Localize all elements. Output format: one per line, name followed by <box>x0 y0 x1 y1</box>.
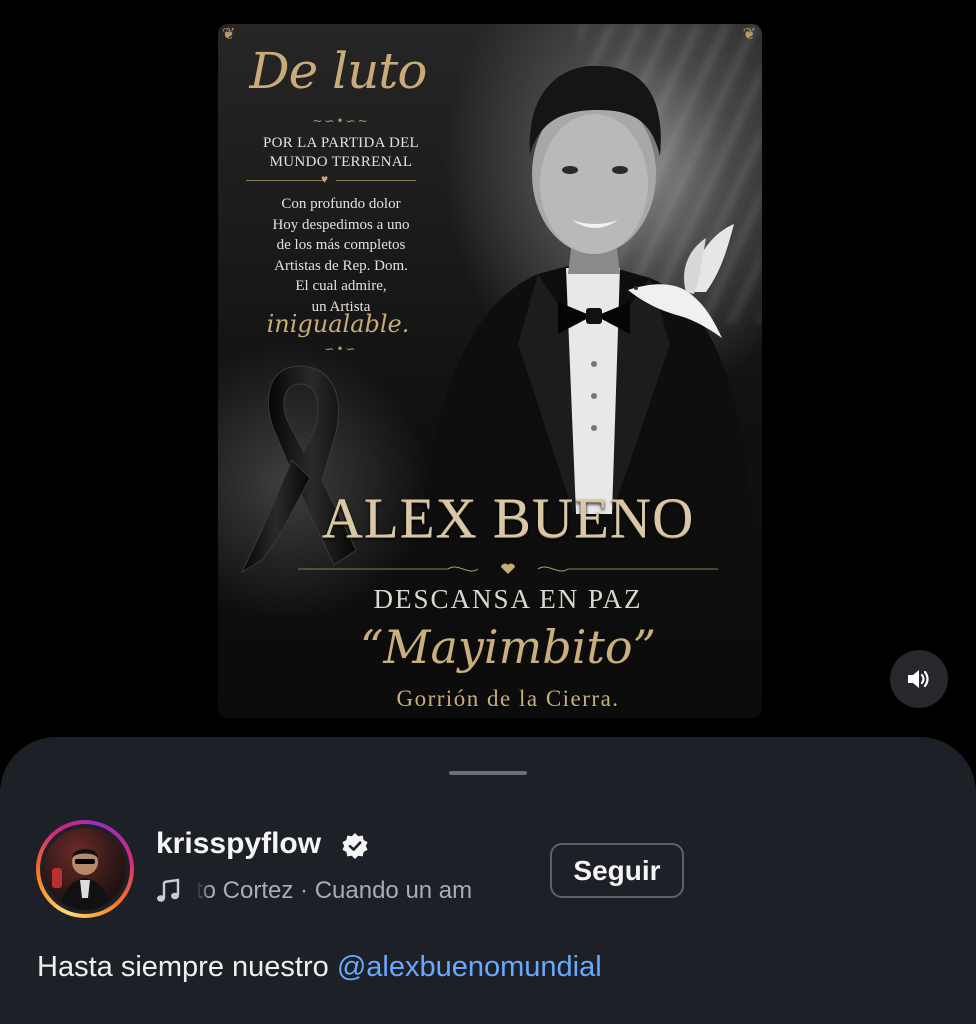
verified-badge-icon <box>342 833 368 859</box>
name-divider <box>298 563 718 574</box>
avatar-gap <box>40 824 130 914</box>
post-media-image[interactable]: ❦ ❦ De luto ~∽•∽~ POR LA PARTIDA DEL MUN… <box>218 24 762 718</box>
avatar <box>44 828 126 910</box>
volume-toggle-button[interactable] <box>890 650 948 708</box>
music-note-icon <box>157 878 180 902</box>
follow-button[interactable]: Seguir <box>550 843 684 898</box>
flourish-ornament: ∽•∽ <box>324 342 358 356</box>
poster-nickname: “Mayimbito” <box>359 620 657 674</box>
poster-alias: Gorrión de la Cierra. <box>396 686 620 711</box>
story-ring-avatar[interactable] <box>36 820 134 918</box>
caption-text: Hasta siempre nuestro <box>37 951 337 983</box>
corner-ornament: ❦ <box>222 24 236 43</box>
reel-viewer: ❦ ❦ De luto ~∽•∽~ POR LA PARTIDA DEL MUN… <box>0 0 976 1024</box>
post-info-sheet: krisspyflow to Cortez · Cuando un am Seg… <box>0 737 976 1024</box>
divider-line <box>246 180 324 181</box>
avatar-person-icon <box>52 849 110 910</box>
corner-ornament: ❦ <box>742 24 756 43</box>
post-caption: Hasta siempre nuestro @alexbuenomundial <box>37 951 602 984</box>
audio-track-text: to Cortez · Cuando un am <box>196 877 473 904</box>
speaker-volume-icon <box>908 670 929 688</box>
audio-track-link[interactable]: to Cortez · Cuando un am <box>156 875 526 907</box>
caption-mention-link[interactable]: @alexbuenomundial <box>337 951 602 983</box>
poster-name: ALEX BUENO <box>321 487 695 550</box>
post-username[interactable]: krisspyflow <box>156 827 321 861</box>
sheet-drag-handle[interactable] <box>449 771 527 775</box>
poster-rip-text: DESCANSA EN PAZ <box>373 584 643 614</box>
dove-icon <box>628 224 734 338</box>
heart-icon: ♥ <box>321 172 329 186</box>
